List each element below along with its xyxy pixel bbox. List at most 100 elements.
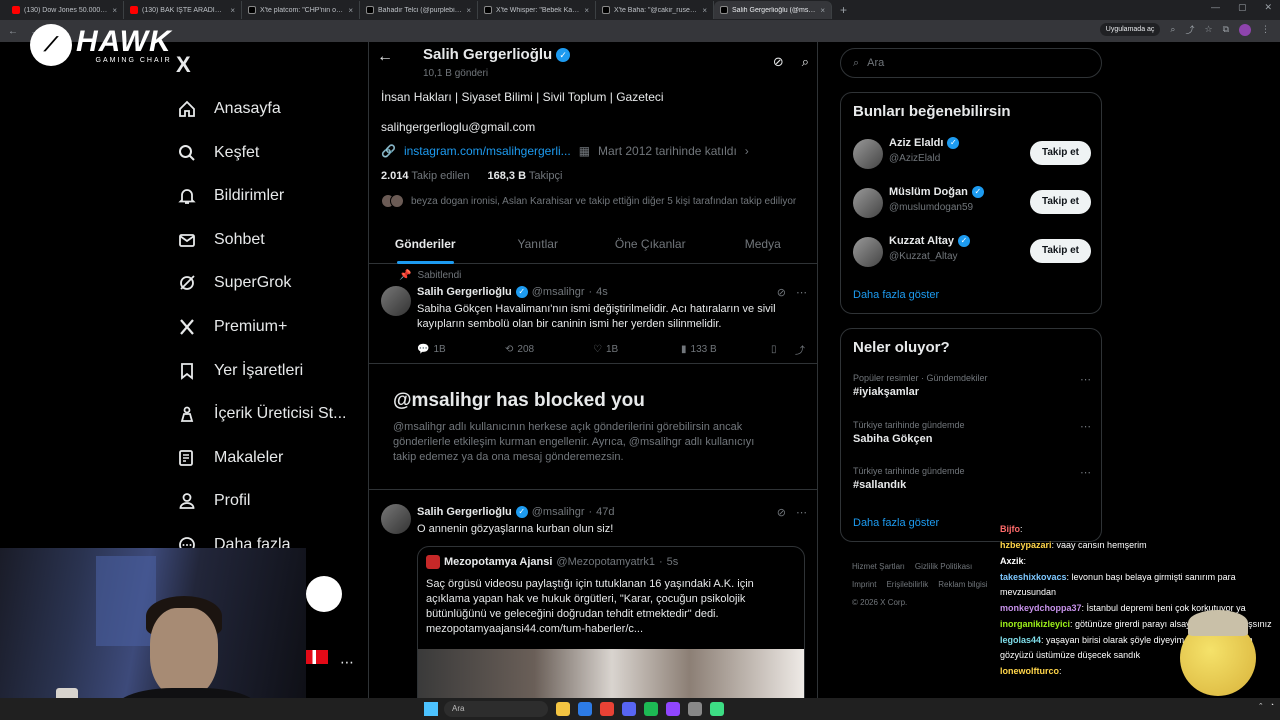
footer-link[interactable]: Imprint <box>852 580 876 589</box>
obs-icon[interactable] <box>666 702 680 716</box>
profile-tab[interactable]: Gönderiler <box>369 224 482 264</box>
more-icon[interactable]: ⋯ <box>1080 373 1091 386</box>
new-tab-button[interactable]: + <box>832 3 855 17</box>
share-icon[interactable]: ⤴ <box>1185 23 1194 36</box>
menu-icon[interactable]: ⋮ <box>1261 24 1270 35</box>
bookmark-icon[interactable]: ▯ <box>771 342 795 357</box>
zoom-icon[interactable]: ⌕ <box>1170 24 1175 35</box>
nav-item-4[interactable]: SuperGrok <box>176 270 291 296</box>
nav-item-2[interactable]: Bildirimler <box>176 183 284 209</box>
avatar[interactable] <box>853 237 883 267</box>
avatar[interactable] <box>853 188 883 218</box>
suggestion-item[interactable]: Müslüm Doğan ✓ @muslumdogan59 Takip et <box>853 186 1091 222</box>
extensions-icon[interactable]: ⧉ <box>1223 24 1229 35</box>
profile-link[interactable]: instagram.com/msalihgergerli... <box>404 144 571 158</box>
footer-link[interactable]: Gizlilik Politikası <box>915 562 972 571</box>
avatar[interactable] <box>853 139 883 169</box>
back-icon[interactable]: ← <box>8 26 18 37</box>
nav-item-5[interactable]: Premium+ <box>176 314 287 340</box>
suggestion-item[interactable]: Aziz Elaldı ✓ @AzizElald Takip et <box>853 137 1091 173</box>
browser-tab[interactable]: X'te Whisper: "Bebek Katili Abd × <box>478 1 596 19</box>
views-button[interactable]: ▮ 133 B <box>681 342 771 357</box>
app-icon[interactable] <box>710 702 724 716</box>
taskbar-search[interactable]: Ara <box>444 701 548 717</box>
file-explorer-icon[interactable] <box>556 702 570 716</box>
quote-time[interactable]: 5s <box>667 556 679 568</box>
suggestion-name[interactable]: Kuzzat Altay ✓ <box>889 235 970 247</box>
post-button[interactable] <box>306 576 342 612</box>
profile-avatar-icon[interactable] <box>1239 23 1251 36</box>
footer-link[interactable]: Erişilebilirlik <box>886 580 928 589</box>
footer-link[interactable]: Reklam bilgisi <box>938 580 987 589</box>
wifi-icon[interactable]: ◔ <box>1270 702 1274 710</box>
app-icon[interactable] <box>688 702 702 716</box>
chat-username[interactable]: Bijfo <box>1000 524 1020 534</box>
chevron-right-icon[interactable]: › <box>745 144 749 158</box>
nav-item-8[interactable]: Makaleler <box>176 445 283 471</box>
footer-link[interactable]: © 2026 X Corp. <box>852 598 907 607</box>
nav-item-1[interactable]: Keşfet <box>176 140 259 166</box>
tweet-author[interactable]: Salih Gergerlioğlu <box>417 286 512 298</box>
more-icon[interactable]: ⋯ <box>796 506 807 519</box>
close-window-icon[interactable]: ✕ <box>1264 2 1272 13</box>
close-icon[interactable]: × <box>348 6 353 15</box>
like-button[interactable]: ♡ 1B <box>593 342 681 357</box>
nav-item-7[interactable]: İçerik Üreticisi St... <box>176 401 346 427</box>
nav-item-9[interactable]: Profil <box>176 488 250 514</box>
tweet-handle[interactable]: @msalihgr <box>532 286 585 298</box>
chat-username[interactable]: hzbeypazari <box>1000 540 1052 550</box>
suggestion-name[interactable]: Müslüm Doğan ✓ <box>889 186 984 198</box>
show-more-link[interactable]: Daha fazla göster <box>853 517 939 529</box>
tweet-time[interactable]: 4s <box>596 286 608 298</box>
profile-tab[interactable]: Öne Çıkanlar <box>594 224 707 263</box>
browser-tab[interactable]: (130) Dow Jones 50.000 Oldu ! × <box>6 1 124 19</box>
footer-link[interactable]: Hizmet Şartları <box>852 562 905 571</box>
maximize-icon[interactable]: ▢ <box>1238 2 1247 13</box>
browser-tab[interactable]: Bahadır Telci (@purplebisi) / X× <box>360 1 478 19</box>
follow-button[interactable]: Takip et <box>1029 141 1091 165</box>
nav-item-6[interactable]: Yer İşaretleri <box>176 358 303 384</box>
close-icon[interactable]: × <box>466 6 471 15</box>
chrome-icon[interactable] <box>600 702 614 716</box>
grok-icon[interactable]: ⊘ <box>777 506 786 519</box>
more-icon[interactable]: ⋯ <box>1080 420 1091 433</box>
quote-handle[interactable]: @Mezopotamyatrk1 <box>556 556 655 568</box>
edge-icon[interactable] <box>578 702 592 716</box>
star-icon[interactable]: ☆ <box>1204 24 1212 35</box>
discord-icon[interactable] <box>622 702 636 716</box>
trend-item[interactable]: Türkiye tarihinde gündemde #sallandık ⋯ <box>853 466 1091 491</box>
x-logo-icon[interactable]: X <box>176 52 191 78</box>
profile-tab[interactable]: Yanıtlar <box>482 224 595 263</box>
chat-username[interactable]: lonewolfturco <box>1000 666 1059 676</box>
windows-start-icon[interactable] <box>424 702 438 716</box>
following-stat[interactable]: 2.014 Takip edilen <box>381 170 469 182</box>
follow-button[interactable]: Takip et <box>1029 190 1091 214</box>
share-icon[interactable]: ⤴ <box>795 342 805 357</box>
close-icon[interactable]: × <box>702 6 707 15</box>
suggestion-item[interactable]: Kuzzat Altay ✓ @Kuzzat_Altay Takip et <box>853 235 1091 271</box>
repost-button[interactable]: ⟲ 208 <box>505 342 593 357</box>
profile-tab[interactable]: Medya <box>707 224 818 263</box>
open-in-app-pill[interactable]: Uygulamada aç <box>1099 23 1161 36</box>
close-icon[interactable]: × <box>584 6 589 15</box>
reply-button[interactable]: 💬 1B <box>417 342 505 357</box>
trend-item[interactable]: Türkiye tarihinde gündemde Sabiha Gökçen ⋯ <box>853 420 1091 445</box>
browser-tab[interactable]: Salih Gergerlioğlu (@msalihgr × <box>714 1 832 19</box>
avatar[interactable] <box>381 286 411 316</box>
browser-tab[interactable]: X'te Baha: "@cakir_rusen @Ka × <box>596 1 714 19</box>
tweet-author[interactable]: Salih Gergerlioğlu <box>417 506 512 518</box>
more-icon[interactable]: ⋯ <box>796 286 807 299</box>
show-more-link[interactable]: Daha fazla göster <box>853 289 939 301</box>
search-input[interactable]: ⌕ Ara <box>840 48 1102 78</box>
tweet-handle[interactable]: @msalihgr <box>532 506 585 518</box>
suggestion-name[interactable]: Aziz Elaldı ✓ <box>889 137 960 149</box>
spotify-icon[interactable] <box>644 702 658 716</box>
chat-username[interactable]: legolas44 <box>1000 635 1041 645</box>
search-icon[interactable]: ⌕ <box>802 54 809 70</box>
followers-stat[interactable]: 168,3 B Takipçi <box>487 170 562 182</box>
trend-item[interactable]: Popüler resimler · Gündemdekiler #iyiakşa… <box>853 373 1091 398</box>
chat-username[interactable]: inorganikizleyici <box>1000 619 1070 629</box>
minimize-icon[interactable]: — <box>1211 2 1220 13</box>
close-icon[interactable]: × <box>230 6 235 15</box>
quote-author[interactable]: Mezopotamya Ajansi <box>444 556 552 568</box>
